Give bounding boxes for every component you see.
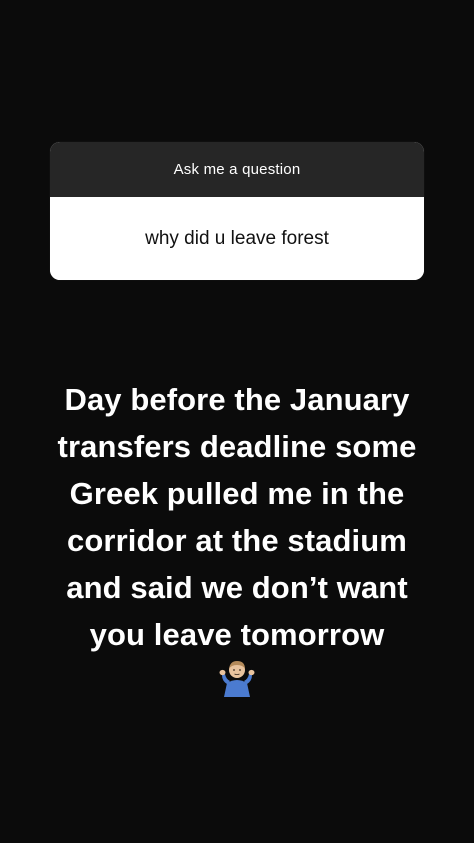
answer-line: Day before the January	[64, 382, 410, 417]
story-screen: Ask me a question why did u leave forest…	[0, 0, 474, 843]
answer-line: you leave tomorrow	[89, 617, 385, 652]
answer-line: Greek pulled me in the	[69, 476, 405, 511]
person-shrugging-icon	[219, 661, 255, 697]
question-sticker-header: Ask me a question	[50, 142, 424, 197]
answer-line: and said we don’t want	[66, 570, 408, 605]
answer-text: Day before the January transfers deadlin…	[20, 376, 454, 658]
question-text: why did u leave forest	[50, 197, 424, 280]
question-sticker[interactable]: Ask me a question why did u leave forest	[50, 142, 424, 280]
answer-line: corridor at the stadium	[67, 523, 407, 558]
answer-line: transfers deadline some	[57, 429, 417, 464]
